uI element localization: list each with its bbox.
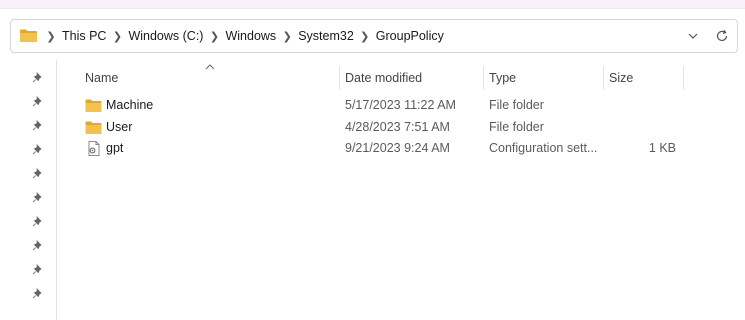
file-date-modified: 5/17/2023 11:22 AM (345, 98, 456, 112)
pin-icon[interactable] (32, 240, 43, 251)
breadcrumb-item-grouppolicy[interactable]: GroupPolicy (373, 29, 447, 43)
column-header-date-modified[interactable]: Date modified (345, 68, 422, 90)
address-bar[interactable]: ❯ This PC ❯ Windows (C:) ❯ Windows ❯ Sys… (10, 19, 738, 53)
file-size: 1 KB (648, 141, 676, 155)
column-header-type[interactable]: Type (489, 68, 516, 90)
folder-icon (20, 29, 37, 42)
file-date-modified: 4/28/2023 7:51 AM (345, 120, 450, 134)
window-top-strip (0, 0, 745, 9)
file-name: User (106, 120, 133, 134)
file-type: File folder (489, 120, 544, 134)
breadcrumb-item-windows[interactable]: Windows (222, 29, 279, 43)
file-row-gpt[interactable]: gpt 9/21/2023 9:24 AM Configuration sett… (77, 138, 677, 159)
pin-icon[interactable] (32, 96, 43, 107)
file-type: Configuration sett... (489, 141, 598, 155)
pin-icon[interactable] (32, 144, 43, 155)
breadcrumb-item-this-pc[interactable]: This PC (59, 29, 109, 43)
sort-ascending-icon (205, 64, 215, 70)
column-header-name[interactable]: Name (85, 68, 118, 90)
chevron-right-icon[interactable]: ❯ (206, 30, 222, 43)
chevron-right-icon[interactable]: ❯ (43, 30, 59, 43)
file-row-user[interactable]: User 4/28/2023 7:51 AM File folder (77, 117, 677, 138)
file-row-machine[interactable]: Machine 5/17/2023 11:22 AM File folder (77, 95, 677, 116)
chevron-right-icon[interactable]: ❯ (357, 30, 373, 43)
pin-icon[interactable] (32, 168, 43, 179)
column-divider[interactable] (483, 66, 484, 90)
pin-icon[interactable] (32, 288, 43, 299)
pin-icon[interactable] (32, 216, 43, 227)
chevron-down-icon[interactable] (687, 30, 699, 42)
column-divider[interactable] (683, 66, 684, 90)
config-file-icon (88, 141, 100, 156)
breadcrumb-item-windows-c[interactable]: Windows (C:) (125, 29, 206, 43)
file-name: Machine (106, 98, 154, 112)
pin-icon[interactable] (32, 120, 43, 131)
folder-icon (85, 121, 102, 134)
chevron-right-icon[interactable]: ❯ (109, 30, 125, 43)
pin-icon[interactable] (32, 192, 43, 203)
refresh-icon[interactable] (715, 29, 729, 43)
column-header-size[interactable]: Size (609, 68, 633, 90)
file-date-modified: 9/21/2023 9:24 AM (345, 141, 450, 155)
file-name: gpt (106, 141, 124, 155)
folder-icon (85, 99, 102, 112)
pin-icon[interactable] (32, 72, 43, 83)
file-list: Name Date modified Type Size Machine 5/1… (57, 60, 745, 320)
breadcrumb-item-system32[interactable]: System32 (295, 29, 357, 43)
file-explorer-window: ❯ This PC ❯ Windows (C:) ❯ Windows ❯ Sys… (0, 0, 745, 320)
pin-icon[interactable] (32, 264, 43, 275)
chevron-right-icon[interactable]: ❯ (279, 30, 295, 43)
column-divider[interactable] (339, 66, 340, 90)
file-type: File folder (489, 98, 544, 112)
breadcrumb: ❯ This PC ❯ Windows (C:) ❯ Windows ❯ Sys… (43, 20, 447, 52)
column-divider[interactable] (603, 66, 604, 90)
navigation-pane (0, 60, 57, 320)
